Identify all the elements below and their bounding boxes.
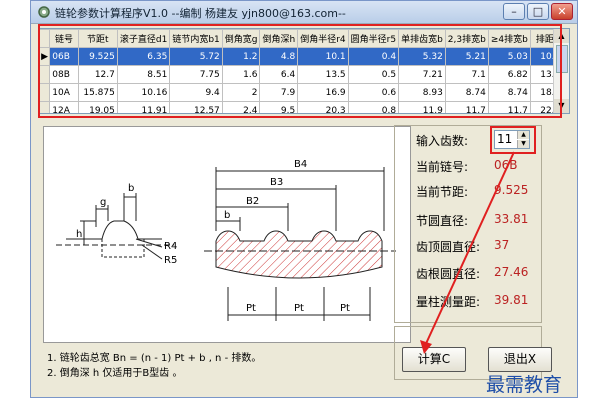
watermark-logo: 最需教育: [486, 374, 563, 396]
annotation-arrow: [420, 151, 515, 354]
